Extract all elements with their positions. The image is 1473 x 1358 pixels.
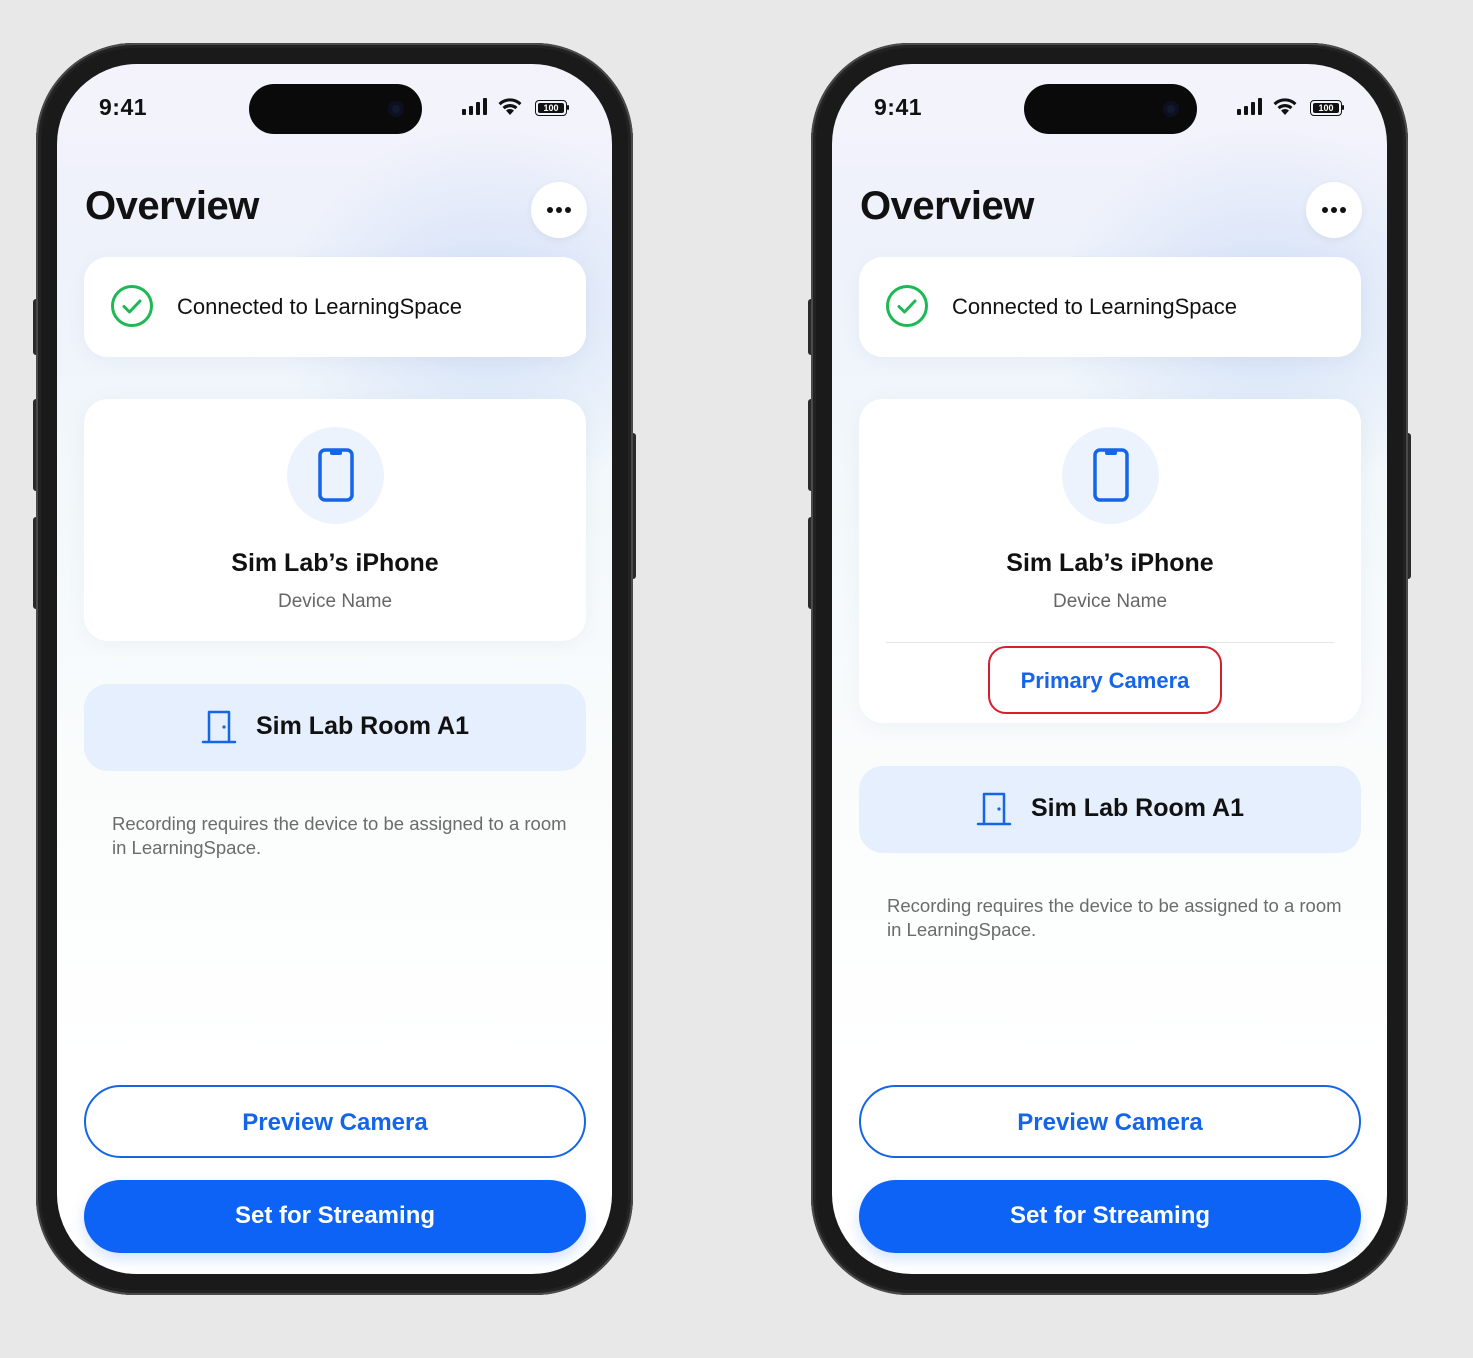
- device-name-label: Device Name: [1052, 591, 1168, 612]
- check-circle-icon: [111, 285, 153, 327]
- phone-mockup-left: 9:41 100 Overview Connected to LearningS…: [33, 43, 636, 1295]
- status-time: 9:41: [99, 94, 148, 120]
- connection-status-card: Connected to LearningSpace: [859, 257, 1361, 357]
- more-options-button[interactable]: [531, 182, 587, 238]
- room-requirement-note: Recording requires the device to be assi…: [112, 813, 567, 858]
- device-name: Sim Lab’s iPhone: [1006, 549, 1214, 577]
- set-for-streaming-button[interactable]: Set for Streaming: [84, 1180, 586, 1253]
- screen: 9:41 100 Overview Connected to LearningS…: [832, 64, 1387, 1274]
- more-options-button[interactable]: [1306, 182, 1362, 238]
- battery-icon: 100: [1310, 100, 1342, 116]
- camera-lens: [388, 101, 404, 117]
- device-name-label: Device Name: [277, 591, 393, 612]
- status-icons: 100: [1236, 98, 1356, 120]
- status-time: 9:41: [874, 94, 923, 120]
- battery-level: 100: [538, 103, 564, 113]
- wifi-icon: [498, 98, 522, 115]
- status-icons: 100: [461, 98, 581, 120]
- ellipsis-dot: [1331, 207, 1337, 213]
- battery-level: 100: [1313, 103, 1339, 113]
- ellipsis-dot: [1340, 207, 1346, 213]
- device-card: Sim Lab’s iPhone Device Name: [84, 399, 586, 641]
- device-card: Sim Lab’s iPhone Device Name Primary Cam…: [859, 399, 1361, 723]
- preview-camera-button[interactable]: Preview Camera: [859, 1085, 1361, 1158]
- dynamic-island: [249, 84, 422, 134]
- room-name: Sim Lab Room A1: [256, 712, 469, 740]
- preview-camera-label: Preview Camera: [242, 1109, 428, 1136]
- page-title: Overview: [860, 184, 1034, 228]
- door-icon: [976, 792, 1012, 826]
- device-icon-circle: [287, 427, 384, 524]
- ellipsis-icon: [547, 207, 553, 213]
- device-name: Sim Lab’s iPhone: [231, 549, 439, 577]
- iphone-icon: [318, 448, 354, 502]
- preview-camera-button[interactable]: Preview Camera: [84, 1085, 586, 1158]
- battery-nub: [567, 105, 569, 110]
- room-assignment[interactable]: Sim Lab Room A1: [84, 684, 586, 771]
- set-for-streaming-label: Set for Streaming: [234, 1202, 436, 1229]
- set-for-streaming-label: Set for Streaming: [1009, 1202, 1211, 1229]
- connection-status-text: Connected to LearningSpace: [177, 294, 462, 319]
- door-icon: [201, 710, 237, 744]
- cellular-signal-icon: [1237, 98, 1262, 115]
- iphone-icon: [1093, 448, 1129, 502]
- check-circle-icon: [886, 285, 928, 327]
- set-for-streaming-button[interactable]: Set for Streaming: [859, 1180, 1361, 1253]
- page-title: Overview: [85, 184, 259, 228]
- battery-nub: [1342, 105, 1344, 110]
- preview-camera-label: Preview Camera: [1017, 1109, 1203, 1136]
- dynamic-island: [1024, 84, 1197, 134]
- primary-camera-button[interactable]: Primary Camera: [988, 646, 1222, 714]
- cellular-signal-icon: [462, 98, 487, 115]
- ellipsis-dot: [565, 207, 571, 213]
- phone-mockup-right: 9:41 100 Overview Connected to LearningS…: [808, 43, 1411, 1295]
- divider: [886, 642, 1334, 643]
- battery-icon: 100: [535, 100, 567, 116]
- screen: 9:41 100 Overview Connected to LearningS…: [57, 64, 612, 1274]
- ellipsis-icon: [1322, 207, 1328, 213]
- camera-lens: [1163, 101, 1179, 117]
- primary-camera-label: Primary Camera: [1020, 668, 1190, 693]
- wifi-icon: [1273, 98, 1297, 115]
- room-assignment[interactable]: Sim Lab Room A1: [859, 766, 1361, 853]
- device-icon-circle: [1062, 427, 1159, 524]
- connection-status-text: Connected to LearningSpace: [952, 294, 1237, 319]
- room-requirement-note: Recording requires the device to be assi…: [887, 895, 1342, 940]
- ellipsis-dot: [556, 207, 562, 213]
- room-name: Sim Lab Room A1: [1031, 794, 1244, 822]
- connection-status-card: Connected to LearningSpace: [84, 257, 586, 357]
